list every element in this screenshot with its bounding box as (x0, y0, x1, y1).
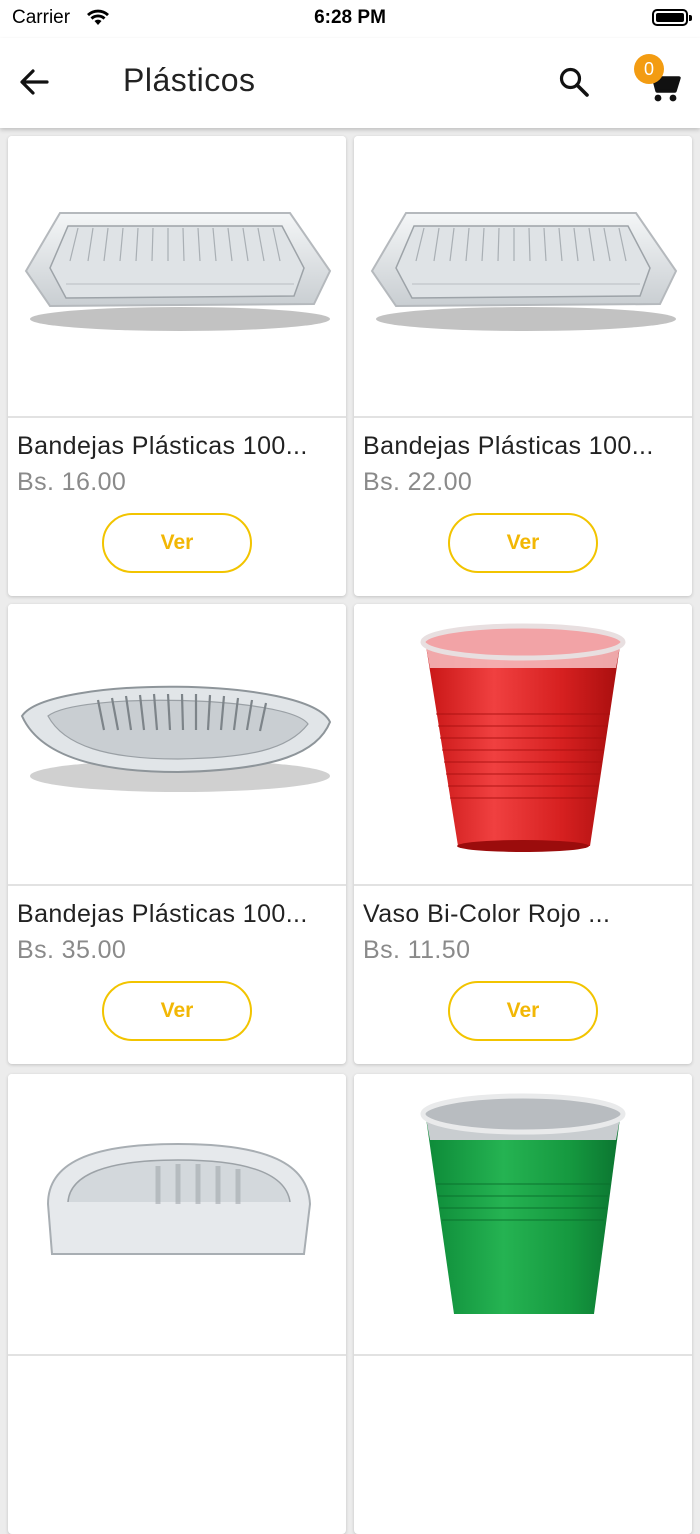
product-card[interactable]: Bandejas Plásticas 100... Bs. 35.00 Ver (8, 604, 346, 1064)
product-price: Bs. 35.00 (17, 936, 127, 964)
product-name: Bandejas Plásticas 100... (363, 432, 654, 460)
product-card[interactable]: Bandejas Plásticas 100... Bs. 22.00 Ver (354, 136, 692, 596)
page-title: Plásticos (123, 62, 256, 98)
view-product-button[interactable]: Ver (102, 981, 252, 1041)
product-price: Bs. 11.50 (363, 936, 471, 964)
arrow-left-icon (19, 69, 49, 95)
product-image-red-cup (354, 604, 692, 886)
product-card[interactable]: Vaso Bi-Color Rojo ... Bs. 11.50 Ver (354, 604, 692, 1064)
product-image-clear-container (8, 1074, 346, 1356)
app-bar: Plásticos 0 (0, 38, 700, 128)
status-bar: Carrier 6:28 PM (0, 0, 700, 38)
product-name: Bandejas Plásticas 100... (17, 900, 308, 928)
product-name: Bandejas Plásticas 100... (17, 432, 308, 460)
product-image-oval-tray (8, 604, 346, 886)
battery-icon (652, 9, 692, 26)
product-image-tray (354, 136, 692, 418)
product-price: Bs. 22.00 (363, 468, 473, 496)
clock: 6:28 PM (314, 7, 386, 28)
product-image-tray (8, 136, 346, 418)
product-card[interactable] (354, 1074, 692, 1534)
product-name: Vaso Bi-Color Rojo ... (363, 900, 611, 928)
cart-count-badge: 0 (634, 54, 664, 84)
product-image-green-cup (354, 1074, 692, 1356)
search-button[interactable] (552, 62, 596, 102)
view-product-button[interactable]: Ver (448, 513, 598, 573)
search-icon (558, 66, 590, 98)
product-price: Bs. 16.00 (17, 468, 127, 496)
product-card[interactable]: Bandejas Plásticas 100... Bs. 16.00 Ver (8, 136, 346, 596)
product-card[interactable] (8, 1074, 346, 1534)
view-product-button[interactable]: Ver (448, 981, 598, 1041)
back-button[interactable] (14, 62, 54, 102)
view-product-button[interactable]: Ver (102, 513, 252, 573)
